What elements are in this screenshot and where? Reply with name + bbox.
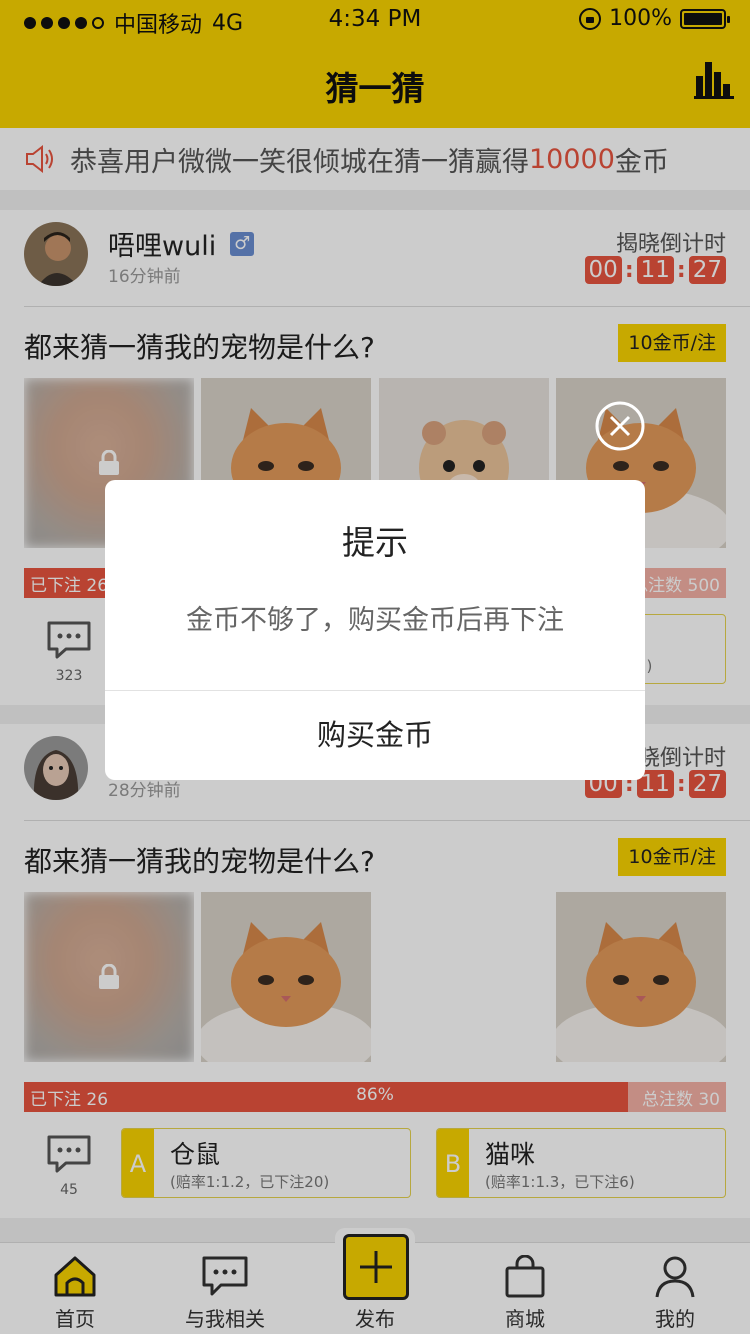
dialog-message: 金币不够了，购买金币后再下注 [186,605,564,636]
close-icon[interactable] [595,401,645,451]
alert-dialog: 提示 金币不够了，购买金币后再下注 购买金币 [105,480,645,780]
buy-coins-button[interactable]: 购买金币 [105,691,645,780]
dialog-title: 提示 [342,523,408,562]
